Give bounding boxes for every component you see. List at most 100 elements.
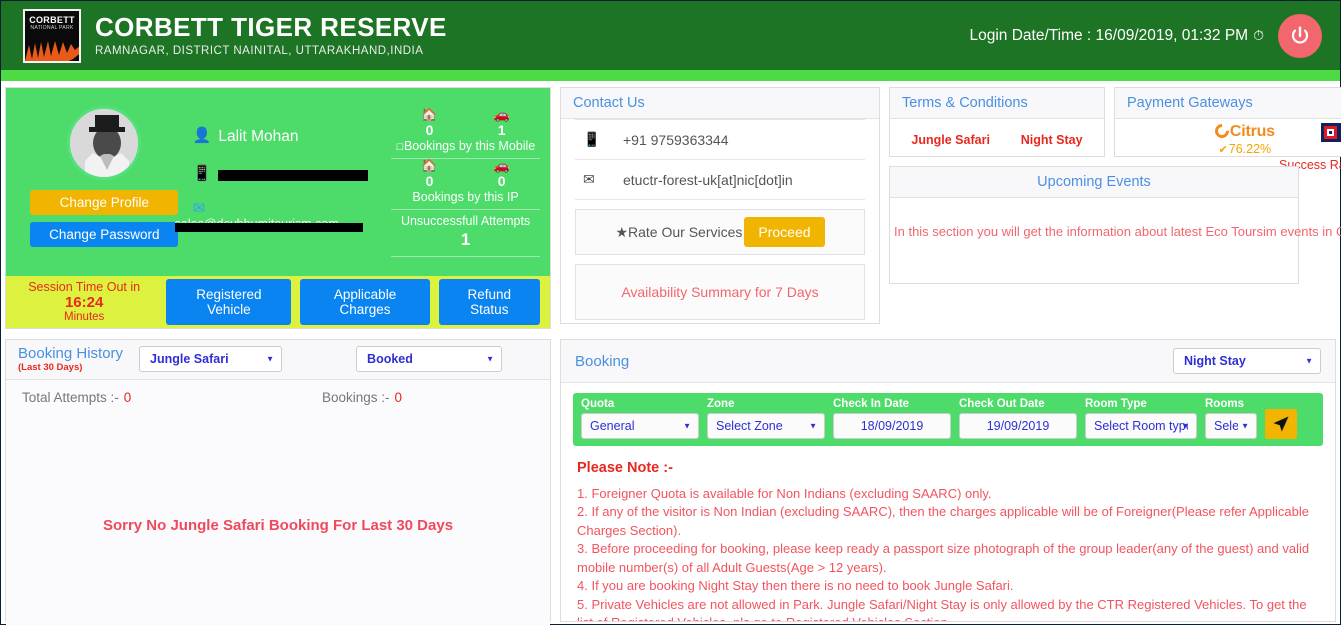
stat-mobile-icons: 🏠 0 🚗 1	[391, 108, 540, 139]
booking-type-select[interactable]: Night Stay	[1173, 348, 1321, 374]
field-checkin-label: Check In Date	[833, 398, 910, 410]
tiger-graphic	[25, 40, 79, 61]
email-redaction-bar	[174, 223, 363, 232]
terms-link-jungle-safari[interactable]: Jungle Safari	[911, 133, 990, 147]
booking-history-stats: Total Attempts :- 0 Bookings :- 0	[22, 390, 534, 405]
phone-redaction-bar	[218, 170, 369, 181]
brand-subtitle: RAMNAGAR, DISTRICT NAINITAL, UTTARAKHAND…	[95, 44, 424, 57]
power-icon	[1292, 26, 1308, 43]
stat-ip-car: 🚗 0	[493, 158, 510, 190]
total-attempts-label: Total Attempts :-	[22, 389, 119, 405]
top-row: Change Profile Change Password 👤 Lalit M…	[1, 87, 1341, 329]
car-icon: 🚗	[493, 158, 510, 173]
field-room-type-label: Room Type	[1085, 398, 1147, 410]
hdfc-logo: HDFC BANK	[1320, 123, 1341, 144]
booking-history-empty-message: Sorry No Jungle Safari Booking For Last …	[102, 516, 454, 534]
field-checkout: Check Out Date	[959, 398, 1077, 439]
availability-summary-button[interactable]: Availability Summary for 7 Days	[575, 264, 865, 320]
envelope-icon: ✉	[192, 200, 206, 217]
stat-ip-icons: 🏠 0 🚗 0	[391, 158, 540, 190]
booking-history-type-wrap: Jungle Safari	[139, 346, 283, 373]
contact-phone-row: 📱 +91 9759363344	[575, 119, 865, 160]
booking-submit-button[interactable]	[1265, 409, 1297, 439]
proceed-button[interactable]: Proceed	[744, 217, 825, 247]
upcoming-events-panel: Upcoming Events In this section you will…	[889, 166, 1341, 284]
bookings-count: Bookings :- 0	[322, 390, 402, 405]
booking-history-body: Total Attempts :- 0 Bookings :- 0 Sorry No…	[6, 379, 550, 625]
terms-panel: Terms & Conditions Jungle Safari Night S…	[889, 87, 1105, 157]
field-quota: Quota General	[581, 398, 699, 439]
session-timer: Session Time Out in 16:24 Minutes	[16, 280, 152, 325]
contact-email: etuctr-forest-uk[at]nic[dot]in	[623, 171, 793, 188]
zone-select[interactable]: Select Zone	[707, 413, 825, 439]
booking-type-wrap: Night Stay	[1173, 348, 1321, 374]
gateway-citrus: Citrus ✔76.22%	[1211, 121, 1275, 159]
field-quota-label: Quota	[581, 398, 615, 410]
mobile-icon: 📱	[583, 131, 601, 147]
change-password-button[interactable]: Change Password	[30, 222, 179, 247]
quota-select[interactable]: General	[581, 413, 699, 439]
field-rooms-label: Rooms	[1205, 398, 1244, 410]
booking-history-title: Booking History	[18, 345, 124, 362]
note-item-5: 5. Private Vehicles are not allowed in P…	[577, 596, 1307, 621]
stat-ip-car-value: 0	[497, 173, 506, 189]
booking-title: Booking	[575, 352, 630, 370]
terms-link-night-stay[interactable]: Night Stay	[1021, 133, 1083, 147]
note-item-1: 1. Foreigner Quota is available for Non …	[577, 486, 992, 501]
applicable-charges-button[interactable]: Applicable Charges	[300, 279, 430, 325]
bookings-label: Bookings :-	[322, 389, 390, 405]
profile-email-row: ✉ sales@devbhumitourism.com	[174, 200, 391, 232]
avatar	[67, 106, 142, 180]
rate-services-row[interactable]: ★Rate Our Services Proceed	[575, 209, 865, 255]
logout-power-button[interactable]	[1278, 13, 1322, 58]
contact-us-panel: Contact Us 📱 +91 9759363344 ✉ etuctr-for…	[560, 87, 880, 324]
booking-history-panel: Booking History (Last 30 Days) Jungle Sa…	[5, 339, 551, 625]
citrus-name: Citrus	[1229, 123, 1275, 140]
refund-status-button[interactable]: Refund Status	[438, 279, 540, 325]
registered-vehicle-button[interactable]: Registered Vehicle	[166, 279, 292, 325]
envelope-icon: ✉	[583, 171, 595, 187]
home-icon: 🏠	[421, 158, 438, 173]
right-top-row: Terms & Conditions Jungle Safari Night S…	[889, 87, 1341, 172]
upcoming-events-text: In this section you will get the informa…	[894, 224, 1341, 239]
stat-ip-home: 🏠 0	[421, 158, 438, 190]
contact-phone: +91 9759363344	[623, 131, 729, 148]
terms-links: Jungle Safari Night Stay	[890, 119, 1104, 161]
room-type-select[interactable]: Select Room type	[1085, 413, 1197, 439]
session-bar: Session Time Out in 16:24 Minutes Regist…	[6, 276, 550, 328]
payment-gateways-panel: Payment Gateways Citrus ✔76.22% HDFC BAN…	[1114, 87, 1341, 172]
check-in-date-input[interactable]	[833, 413, 951, 439]
page-content: Change Profile Change Password 👤 Lalit M…	[1, 81, 1341, 625]
contact-email-row: ✉ etuctr-forest-uk[at]nic[dot]in	[575, 160, 865, 200]
corbett-logo: CORBETT NATIONAL PARK	[23, 8, 81, 63]
booking-history-status-select[interactable]: Booked	[356, 346, 503, 373]
check-out-date-input[interactable]	[959, 413, 1077, 439]
booking-history-type-select[interactable]: Jungle Safari	[139, 346, 283, 373]
hdfc-success-ratio: ✔75.51%	[1321, 145, 1341, 159]
stat-mobile-bookings: 🏠 0 🚗 1 ☐Bookings by this Mobile	[391, 108, 540, 159]
booking-panel: Booking Night Stay Quota General	[560, 339, 1336, 622]
field-quota-wrap: General	[581, 413, 699, 439]
stat-ip-label: Bookings by this IP	[412, 190, 519, 204]
avatar-photo	[70, 109, 139, 177]
total-attempts-value: 0	[123, 389, 132, 405]
field-checkout-label: Check Out Date	[959, 398, 1045, 410]
total-attempts: Total Attempts :- 0	[22, 390, 322, 405]
navigate-arrow-icon	[1273, 416, 1289, 432]
field-zone: Zone Select Zone	[707, 398, 825, 439]
check-circle-icon: ✔	[1218, 144, 1228, 156]
terms-title: Terms & Conditions	[890, 88, 1104, 119]
rooms-select[interactable]: Select	[1205, 413, 1257, 439]
field-checkin: Check In Date	[833, 398, 951, 439]
square-glyph-icon: ☐	[395, 142, 404, 152]
booking-history-subtitle: (Last 30 Days)	[18, 361, 83, 373]
profile-top: Change Profile Change Password 👤 Lalit M…	[6, 88, 550, 276]
login-datetime: Login Date/Time : 16/09/2019, 01:32 PM ⏱	[969, 27, 1264, 45]
change-profile-button[interactable]: Change Profile	[30, 190, 179, 215]
profile-left: Change Profile Change Password	[16, 102, 193, 270]
hdfc-square-icon	[1323, 126, 1337, 139]
profile-details: 👤 Lalit Mohan 📱 ✉ sales@devbhumitourism.…	[174, 102, 391, 270]
rate-services-label: ★Rate Our Services	[615, 224, 742, 241]
session-label-bottom: Minutes	[64, 311, 105, 324]
field-room-type: Room Type Select Room type	[1085, 398, 1197, 439]
